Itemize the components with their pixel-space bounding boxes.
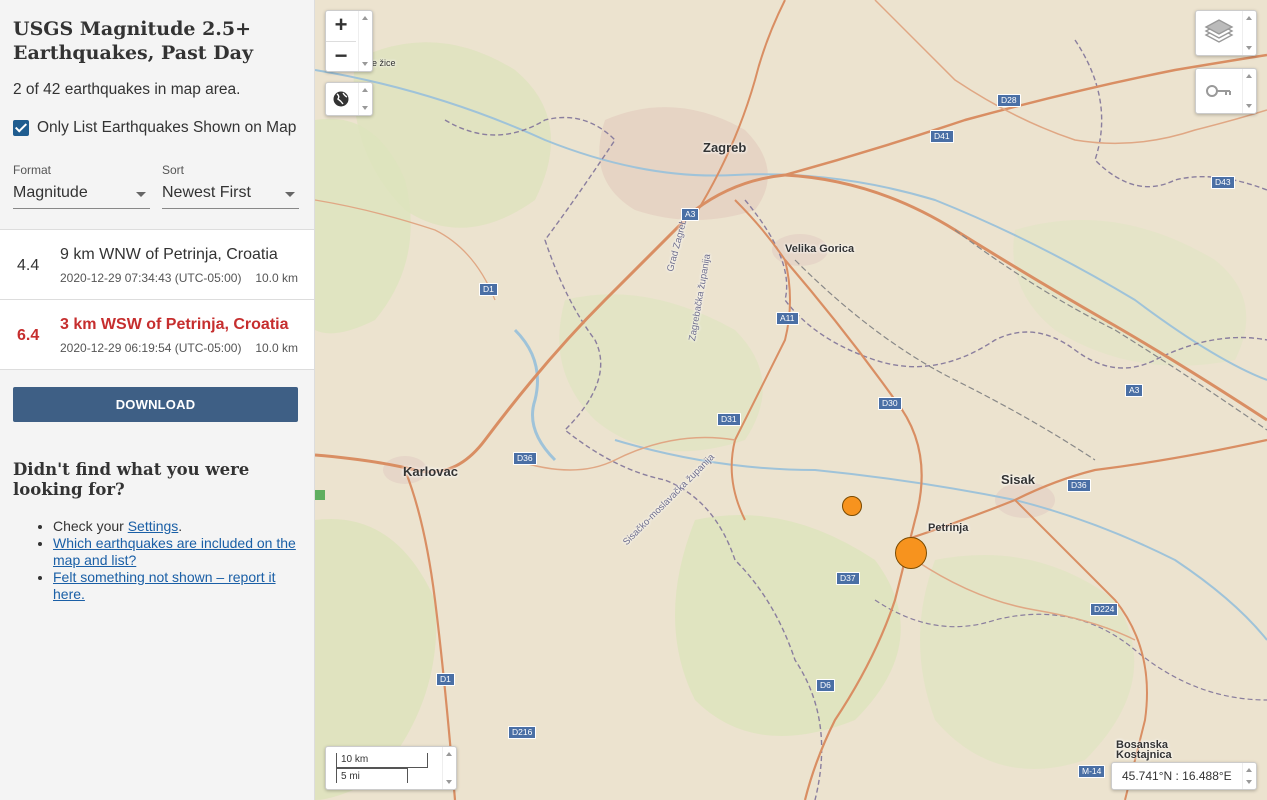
sort-select[interactable]: Sort Newest First [162, 163, 299, 209]
road-shield-d36: D36 [513, 452, 537, 465]
map-scale: 10 km 5 mi [325, 746, 457, 790]
chevron-down-icon [285, 192, 295, 197]
city-label-velika-gorica: Velika Gorica [785, 243, 855, 255]
sidebar: USGS Magnitude 2.5+ Earthquakes, Past Da… [0, 0, 315, 800]
mouse-coordinates: 45.741°N : 16.488°E [1111, 762, 1257, 790]
earthquake-marker-m6-4[interactable] [895, 537, 927, 569]
help-check-suffix: . [178, 518, 183, 534]
help-item-report: Felt something not shown – report it her… [53, 569, 301, 603]
road-shield-d30-east: D36 [1067, 479, 1091, 492]
chevron-down-icon [136, 192, 146, 197]
zoom-control: + − [325, 10, 373, 72]
event-time: 2020-12-29 06:19:54 (UTC-05:00) [60, 341, 242, 355]
zoom-out-button[interactable]: − [326, 41, 356, 71]
list-item[interactable]: 6.4 3 km WSW of Petrinja, Croatia 2020-1… [0, 300, 314, 370]
road-shield-d41: D41 [930, 130, 954, 143]
list-item[interactable]: 4.4 9 km WNW of Petrinja, Croatia 2020-1… [0, 230, 314, 300]
road-shield-d1-south: D1 [436, 673, 455, 686]
road-shield-a11: A11 [776, 312, 799, 325]
format-dropdown[interactable]: Magnitude [13, 179, 150, 209]
event-place: 9 km WNW of Petrinja, Croatia [60, 246, 278, 263]
map-basemap[interactable] [315, 0, 1267, 800]
key-icon[interactable] [1196, 69, 1242, 113]
page-title: USGS Magnitude 2.5+ Earthquakes, Past Da… [13, 18, 253, 64]
road-shield-d31: D31 [717, 413, 741, 426]
road-shield-d216: D216 [508, 726, 537, 739]
city-label-petrinja: Petrinja [928, 522, 969, 534]
map-view-scrollbar[interactable] [358, 83, 372, 115]
city-label-sisak: Sisak [1001, 472, 1035, 487]
road-shield-m14: M-14 [1078, 765, 1106, 778]
list-options: Format Magnitude Sort Newest First [0, 137, 314, 209]
format-value: Magnitude [13, 184, 88, 201]
earthquake-list: 4.4 9 km WNW of Petrinja, Croatia 2020-1… [0, 229, 314, 370]
help-item-included: Which earthquakes are included on the ma… [53, 535, 301, 569]
only-list-toggle[interactable]: Only List Earthquakes Shown on Map [0, 99, 314, 137]
format-select[interactable]: Format Magnitude [13, 163, 150, 209]
scale-mi: 5 mi [336, 768, 408, 783]
help-check-prefix: Check your [53, 518, 128, 534]
zoom-in-button[interactable]: + [326, 11, 356, 41]
download-button[interactable]: DOWNLOAD [13, 387, 298, 422]
included-earthquakes-link[interactable]: Which earthquakes are included on the ma… [53, 535, 296, 568]
map-view-control[interactable] [325, 82, 373, 116]
layers-scrollbar[interactable] [1242, 11, 1256, 55]
settings-link[interactable]: Settings [128, 518, 179, 534]
event-depth: 10.0 km [255, 271, 298, 285]
only-list-label: Only List Earthquakes Shown on Map [37, 119, 297, 136]
road-shield-d6: D6 [816, 679, 835, 692]
report-felt-link[interactable]: Felt something not shown – report it her… [53, 569, 276, 602]
coordinates-scrollbar[interactable] [1242, 763, 1256, 789]
coordinates-value: 45.741°N : 16.488°E [1122, 769, 1232, 783]
help-item-settings: Check your Settings. [53, 518, 301, 535]
scale-scrollbar[interactable] [442, 747, 456, 789]
sort-dropdown[interactable]: Newest First [162, 179, 299, 209]
event-time: 2020-12-29 07:34:43 (UTC-05:00) [60, 271, 242, 285]
earthquake-marker-m4-4[interactable] [842, 496, 862, 516]
scale-km: 10 km [336, 753, 428, 768]
road-shield-d37: D37 [836, 572, 860, 585]
layers-control[interactable] [1195, 10, 1257, 56]
road-shield-d224: D224 [1090, 603, 1119, 616]
legend-scrollbar[interactable] [1242, 69, 1256, 113]
road-shield-a3-east: A3 [1125, 384, 1144, 397]
format-label: Format [13, 163, 52, 177]
legend-control[interactable] [1195, 68, 1257, 114]
zoom-control-scrollbar[interactable] [358, 11, 372, 71]
road-shield-a3: A3 [681, 208, 700, 221]
layers-icon[interactable] [1196, 11, 1242, 55]
road-shield-d1: D1 [479, 283, 498, 296]
event-magnitude: 6.4 [17, 327, 40, 344]
checkbox-checked-icon[interactable] [13, 120, 29, 136]
map[interactable]: Zagreb Karlovac Sisak Velika Gorica Petr… [315, 0, 1267, 800]
event-depth: 10.0 km [255, 341, 298, 355]
city-label-bosanska-kostajnica: Bosanska Kostajnica [1116, 739, 1172, 761]
sort-value: Newest First [162, 184, 251, 201]
road-shield-d30: D30 [878, 397, 902, 410]
help-title: Didn't find what you were looking for? [13, 460, 250, 499]
globe-icon[interactable] [326, 83, 356, 115]
road-shield-d43: D43 [1211, 176, 1235, 189]
city-label-zagreb: Zagreb [703, 140, 747, 155]
event-place: 3 km WSW of Petrinja, Croatia [60, 316, 289, 333]
earthquake-count: 2 of 42 earthquakes in map area. [13, 81, 241, 98]
city-label-karlovac: Karlovac [403, 464, 458, 479]
help-list: Check your Settings. Which earthquakes a… [0, 500, 314, 603]
sort-label: Sort [162, 163, 185, 177]
road-shield-d28: D28 [997, 94, 1021, 107]
event-magnitude: 4.4 [17, 257, 40, 274]
